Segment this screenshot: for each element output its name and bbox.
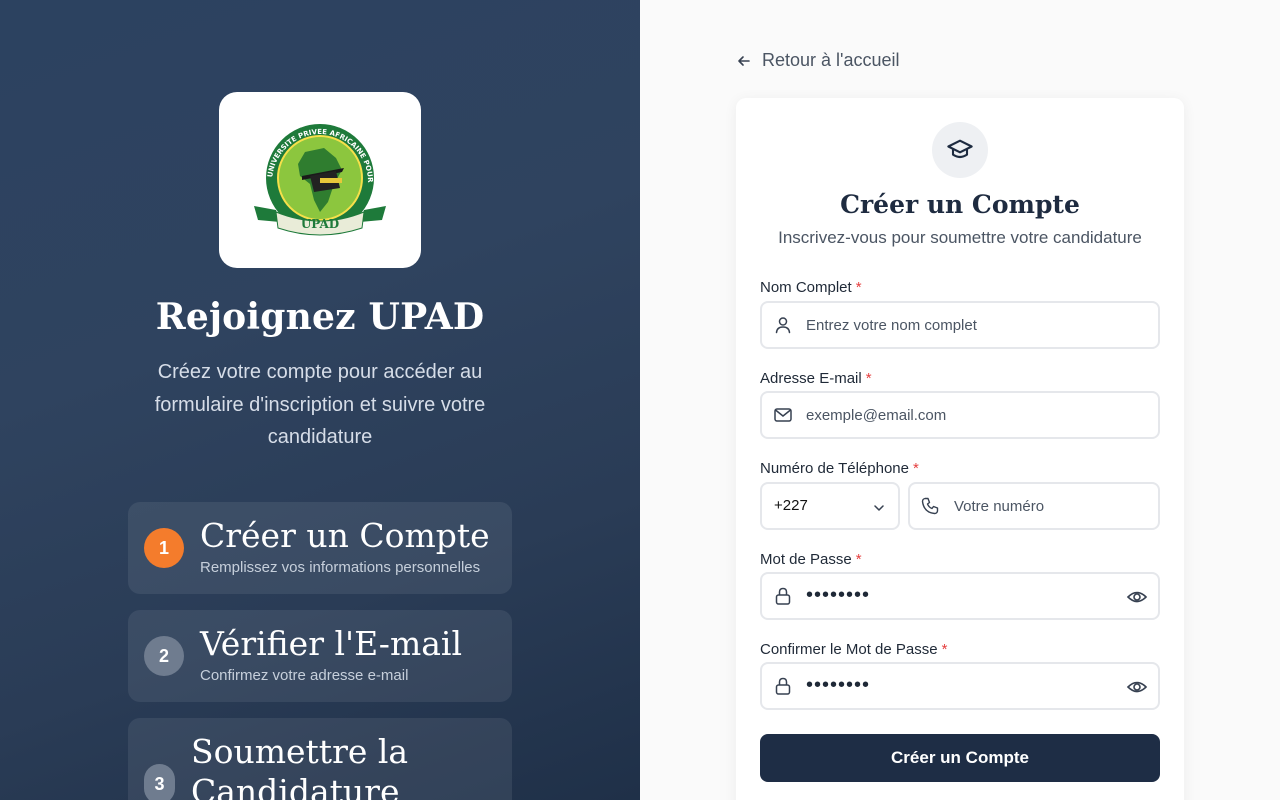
email-label: Adresse E-mail * xyxy=(760,370,872,387)
confirm-password-label: Confirmer le Mot de Passe * xyxy=(760,641,947,658)
phone-label-text: Numéro de Téléphone xyxy=(760,460,909,477)
signup-form-card: Créer un Compte Inscrivez-vous pour soum… xyxy=(736,98,1184,800)
back-to-home-link[interactable]: Retour à l'accueil xyxy=(736,50,900,71)
user-icon xyxy=(775,317,791,334)
form-title: Créer un Compte xyxy=(840,190,1080,219)
required-marker: * xyxy=(855,279,862,296)
confirm-password-input[interactable]: •••••••• xyxy=(806,674,870,697)
step-verify-email: 2 Vérifier l'E-mail Confirmez votre adre… xyxy=(128,610,512,702)
step-submit-application: 3 Soumettre la Candidature xyxy=(128,718,512,800)
step-subtitle: Confirmez votre adresse e-mail xyxy=(200,667,409,684)
phone-icon xyxy=(921,497,939,515)
mail-icon xyxy=(774,408,792,422)
phone-number-input[interactable] xyxy=(954,484,1144,528)
step-number: 1 xyxy=(144,528,184,568)
logo-text: UPAD xyxy=(301,217,339,231)
password-label: Mot de Passe * xyxy=(760,551,862,568)
step-number: 3 xyxy=(144,764,175,800)
confirm-password-field[interactable]: •••••••• xyxy=(760,662,1160,710)
hero-title: Rejoignez UPAD xyxy=(155,296,485,338)
step-subtitle: Remplissez vos informations personnelles xyxy=(200,559,481,576)
step-title: Créer un Compte xyxy=(200,516,490,555)
required-marker: * xyxy=(855,551,862,568)
required-marker: * xyxy=(941,641,948,658)
full-name-field[interactable] xyxy=(760,301,1160,349)
phone-number-field[interactable] xyxy=(908,482,1160,530)
logo-card: UNIVERSITE PRIVEE AFRICAINE POUR LE DEVE… xyxy=(219,92,421,268)
full-name-input[interactable] xyxy=(806,303,1106,347)
arrow-left-icon xyxy=(738,55,750,66)
back-link-label: Retour à l'accueil xyxy=(762,50,900,70)
required-marker: * xyxy=(865,370,872,387)
password-input[interactable]: •••••••• xyxy=(806,584,870,607)
password-label-text: Mot de Passe xyxy=(760,551,852,568)
lock-icon xyxy=(775,587,791,605)
full-name-label: Nom Complet * xyxy=(760,279,862,296)
country-code-value: +227 xyxy=(774,497,808,514)
confirm-password-label-text: Confirmer le Mot de Passe xyxy=(760,641,938,658)
chevron-down-icon xyxy=(874,505,884,511)
password-field[interactable]: •••••••• xyxy=(760,572,1160,620)
step-create-account: 1 Créer un Compte Remplissez vos informa… xyxy=(128,502,512,594)
email-label-text: Adresse E-mail xyxy=(760,370,862,387)
country-code-select[interactable]: +227 xyxy=(760,482,900,530)
eye-icon[interactable] xyxy=(1126,677,1148,697)
form-subtitle: Inscrivez-vous pour soumettre votre cand… xyxy=(778,228,1142,247)
create-account-button[interactable]: Créer un Compte xyxy=(760,734,1160,782)
lock-icon xyxy=(775,677,791,695)
hero-description: Créez votre compte pour accéder au formu… xyxy=(154,361,486,448)
phone-label: Numéro de Téléphone * xyxy=(760,460,919,477)
step-number: 2 xyxy=(144,636,184,676)
email-input[interactable] xyxy=(806,393,1106,437)
full-name-label-text: Nom Complet xyxy=(760,279,852,296)
eye-icon[interactable] xyxy=(1126,587,1148,607)
upad-logo: UNIVERSITE PRIVEE AFRICAINE POUR LE DEVE… xyxy=(250,118,386,236)
step-title: Vérifier l'E-mail xyxy=(200,624,463,663)
graduation-cap-icon xyxy=(947,139,973,159)
email-field[interactable] xyxy=(760,391,1160,439)
form-icon-badge xyxy=(932,122,988,178)
left-panel: UNIVERSITE PRIVEE AFRICAINE POUR LE DEVE… xyxy=(0,0,640,800)
required-marker: * xyxy=(913,460,919,477)
step-title: Soumettre la Candidature xyxy=(191,732,409,800)
